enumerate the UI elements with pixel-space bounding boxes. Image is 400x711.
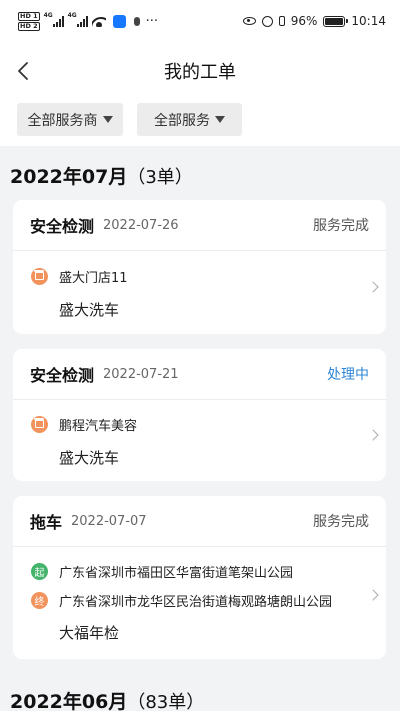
business-name: 盛大洗车	[59, 301, 120, 319]
shop-name: 盛大门店11	[59, 270, 128, 286]
start-point-icon: 起	[31, 562, 48, 580]
order-card[interactable]: 拖车 2022-07-07 服务完成 起 广东省深圳市福田区华富街道笔架山公园 …	[13, 496, 386, 659]
provider-filter-label: 全部服务商	[27, 112, 98, 129]
order-status: 服务完成	[313, 218, 369, 234]
month-header: 2022年07月（3单）	[10, 162, 193, 189]
eye-comfort-icon	[242, 17, 256, 25]
order-status: 服务完成	[313, 514, 369, 530]
alarm-icon	[261, 15, 273, 27]
signal-icon: 4G	[43, 12, 64, 27]
order-date: 2022-07-21	[103, 366, 179, 382]
month-header: 2022年06月（83单）	[10, 687, 204, 711]
month-order-count: （83单）	[127, 692, 205, 711]
shop-icon	[31, 267, 48, 285]
order-card[interactable]: 安全检测 2022-07-21 处理中 鹏程汽车美容 盛大洗车	[13, 349, 386, 481]
order-date: 2022-07-07	[71, 513, 147, 529]
sim2-label: HD 2	[18, 21, 40, 31]
back-arrow-icon[interactable]	[14, 60, 36, 82]
end-point-icon: 终	[31, 591, 48, 609]
order-status: 处理中	[327, 367, 369, 383]
vibrate-icon	[278, 16, 285, 26]
page-title: 我的工单	[164, 62, 236, 83]
service-filter[interactable]: 全部服务	[137, 103, 242, 136]
nav-header: 我的工单	[0, 42, 400, 100]
battery-percent: 96%	[290, 14, 318, 28]
dropdown-arrow-icon	[102, 116, 113, 123]
status-bar: HD 1 HD 2 4G 4G ··· 96% 10:14	[0, 0, 400, 42]
order-service-type: 安全检测	[30, 366, 95, 385]
business-name: 盛大洗车	[59, 449, 120, 467]
shop-name: 鹏程汽车美容	[59, 418, 138, 434]
more-notifications-icon: ···	[145, 13, 159, 29]
month-order-count: （3单）	[127, 167, 193, 188]
month-label: 2022年07月	[10, 166, 128, 188]
sim-indicator: HD 1 HD 2	[18, 11, 40, 31]
signal-2-icon: 4G	[67, 12, 88, 27]
order-service-type: 拖车	[30, 513, 63, 532]
notification-icon	[133, 16, 140, 26]
wifi-icon	[91, 16, 106, 27]
provider-filter[interactable]: 全部服务商	[17, 103, 123, 136]
network-type-2: 4G	[67, 12, 77, 19]
order-service-type: 安全检测	[30, 217, 95, 236]
service-filter-label: 全部服务	[154, 112, 210, 129]
filter-bar: 全部服务商 全部服务	[0, 100, 400, 146]
shop-icon	[31, 415, 48, 433]
destination-address: 广东省深圳市龙华区民治街道梅观路塘朗山公园	[59, 594, 333, 610]
app-notification-icon	[112, 14, 126, 28]
pickup-address: 广东省深圳市福田区华富街道笔架山公园	[59, 565, 294, 581]
network-type-1: 4G	[43, 12, 53, 19]
month-label: 2022年06月	[10, 691, 128, 711]
battery-icon	[323, 15, 349, 27]
order-date: 2022-07-26	[103, 217, 179, 233]
sim1-label: HD 1	[18, 11, 40, 21]
clock: 10:14	[351, 14, 386, 28]
order-card[interactable]: 安全检测 2022-07-26 服务完成 盛大门店11 盛大洗车	[13, 200, 386, 334]
business-name: 大福年检	[59, 624, 120, 642]
dropdown-arrow-icon	[215, 116, 225, 123]
